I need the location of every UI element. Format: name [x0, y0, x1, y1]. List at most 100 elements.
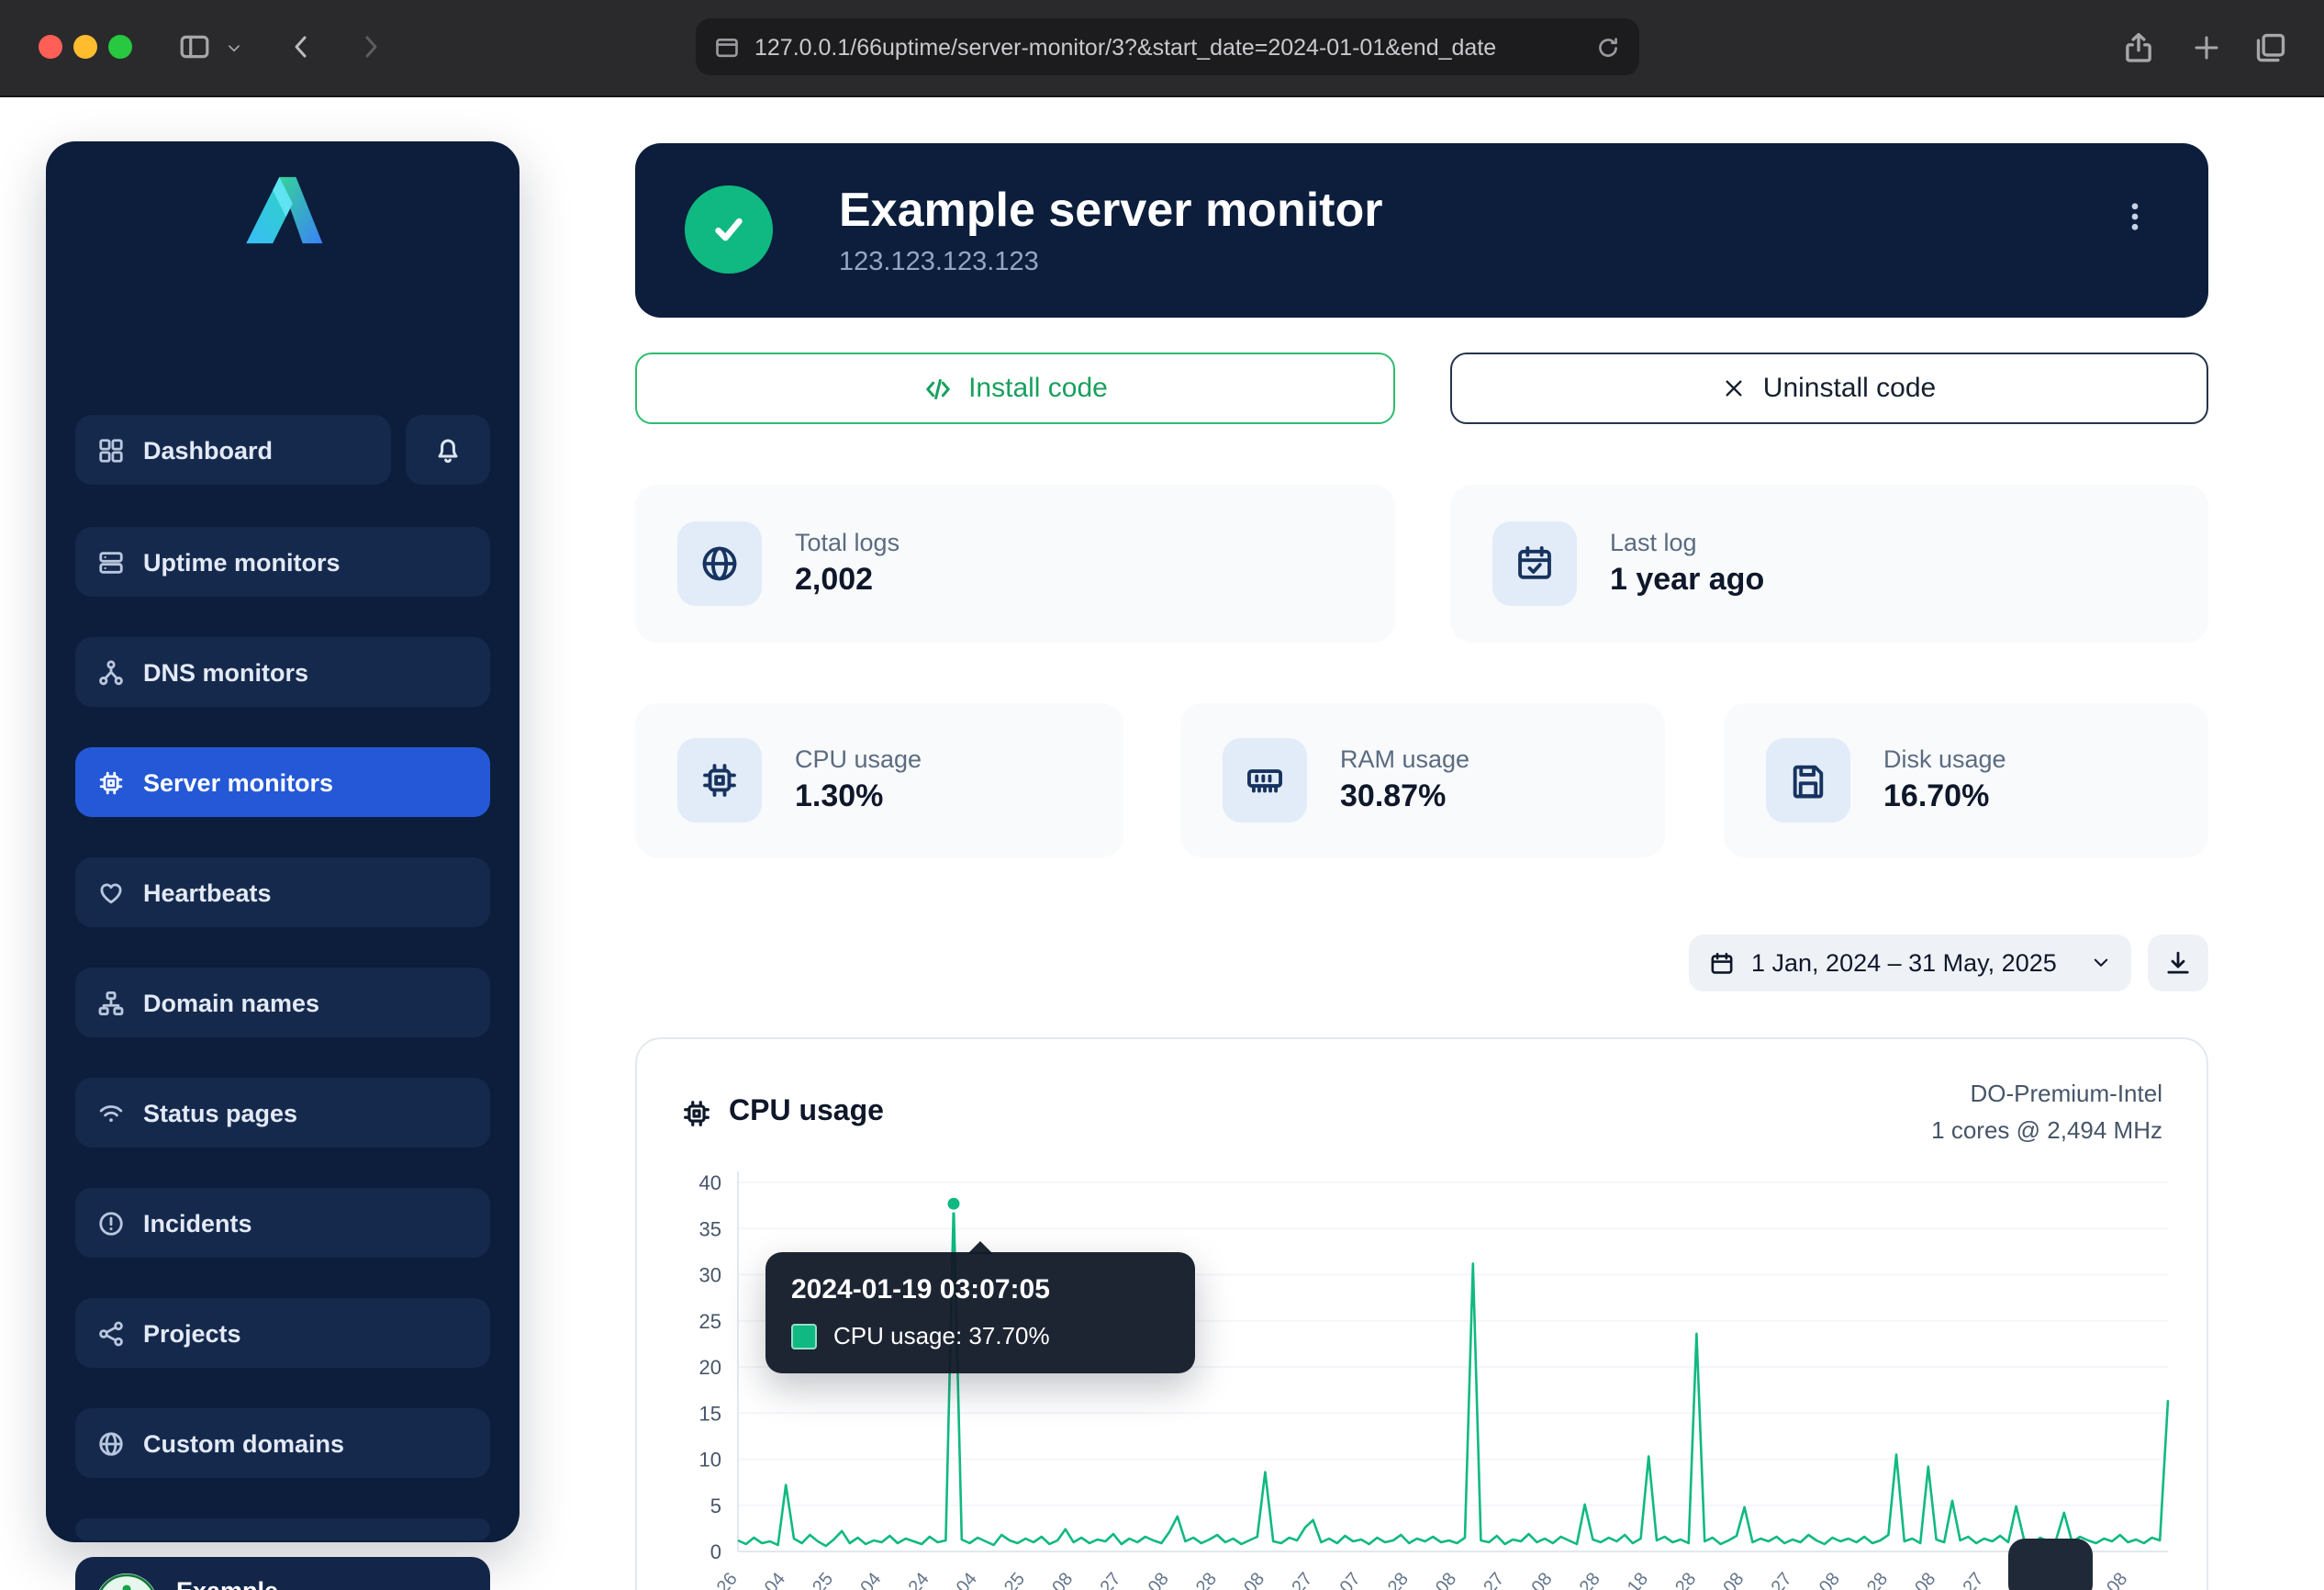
- install-code-button[interactable]: Install code: [635, 353, 1395, 424]
- url-text[interactable]: 127.0.0.1/66uptime/server-monitor/3?&sta…: [754, 34, 1581, 60]
- sidebar-item-domain-names[interactable]: Domain names: [75, 968, 490, 1037]
- svg-text:27: 27: [1959, 1569, 1987, 1590]
- stat-value: 1.30%: [795, 778, 922, 815]
- svg-text:28: 28: [1671, 1569, 1700, 1590]
- sidebar: Dashboard Uptime monitors DNS monitors S…: [46, 141, 520, 1542]
- monitor-ip: 123.123.123.123: [839, 248, 1039, 277]
- svg-text:5: 5: [710, 1495, 721, 1517]
- svg-text:27: 27: [1096, 1569, 1124, 1590]
- stat-label: RAM usage: [1340, 745, 1469, 773]
- sidebar-item-heartbeats[interactable]: Heartbeats: [75, 857, 490, 927]
- disk-icon: [1766, 738, 1850, 823]
- page-title: Example server monitor: [839, 182, 1382, 239]
- avatar: [95, 1573, 158, 1590]
- partial-nav-item: [75, 1518, 490, 1540]
- calendar-icon: [1709, 950, 1735, 976]
- bell-icon: [433, 435, 463, 465]
- svg-text:08: 08: [1048, 1569, 1077, 1590]
- uninstall-code-label: Uninstall code: [1763, 373, 1936, 404]
- cpu-usage-chart[interactable]: 0510152025303540260425042404250827082808…: [637, 1157, 2207, 1590]
- export-download-button[interactable]: [2148, 935, 2208, 991]
- sidebar-item-projects[interactable]: Projects: [75, 1298, 490, 1368]
- cpu-icon: [677, 738, 762, 823]
- chevron-down-icon[interactable]: [226, 40, 242, 57]
- tabs-overview-icon[interactable]: [2254, 31, 2287, 64]
- sidebar-item-custom-domains[interactable]: Custom domains: [75, 1408, 490, 1478]
- sidebar-item-server-monitors[interactable]: Server monitors: [75, 747, 490, 817]
- floating-action[interactable]: [2008, 1539, 2093, 1590]
- svg-text:08: 08: [1527, 1569, 1556, 1590]
- svg-text:08: 08: [1911, 1569, 1939, 1590]
- stat-value: 30.87%: [1340, 778, 1469, 815]
- window-close-button[interactable]: [39, 35, 62, 59]
- user-profile[interactable]: Example sample@example.com: [75, 1557, 490, 1590]
- new-tab-icon[interactable]: [2192, 33, 2221, 62]
- app-logo[interactable]: [46, 167, 520, 253]
- browser-chrome: 127.0.0.1/66uptime/server-monitor/3?&sta…: [0, 0, 2324, 97]
- sidebar-item-dns-monitors[interactable]: DNS monitors: [75, 637, 490, 707]
- svg-text:08: 08: [1816, 1569, 1844, 1590]
- more-options-button[interactable]: [2109, 191, 2161, 242]
- total-logs-card: Total logs 2,002: [635, 485, 1395, 643]
- svg-text:08: 08: [1719, 1569, 1748, 1590]
- notifications-button[interactable]: [406, 415, 490, 485]
- stat-label: CPU usage: [795, 745, 922, 773]
- window-zoom-button[interactable]: [108, 35, 132, 59]
- nodes-icon: [97, 1319, 125, 1347]
- svg-text:27: 27: [1768, 1569, 1796, 1590]
- kebab-icon: [2118, 200, 2151, 233]
- cpu-usage-card: CPU usage 1.30%: [635, 703, 1123, 857]
- cpu-icon: [681, 1097, 712, 1128]
- stat-label: Last log: [1610, 529, 1764, 556]
- svg-text:40: 40: [699, 1171, 721, 1194]
- svg-text:0: 0: [710, 1540, 721, 1563]
- heart-icon: [97, 879, 125, 906]
- dns-icon: [97, 658, 125, 686]
- svg-text:08: 08: [1432, 1569, 1460, 1590]
- globe-icon: [677, 521, 762, 606]
- sidebar-item-status-pages[interactable]: Status pages: [75, 1078, 490, 1148]
- uninstall-code-button[interactable]: Uninstall code: [1450, 353, 2208, 424]
- chart-title: CPU usage: [729, 1096, 884, 1129]
- svg-text:07: 07: [1336, 1569, 1365, 1590]
- share-icon[interactable]: [2122, 29, 2155, 66]
- reload-icon[interactable]: [1595, 34, 1621, 60]
- forward-icon: [356, 31, 385, 62]
- tooltip-title: 2024-01-19 03:07:05: [791, 1274, 1169, 1305]
- url-bar[interactable]: 127.0.0.1/66uptime/server-monitor/3?&sta…: [696, 18, 1639, 75]
- svg-text:04: 04: [856, 1569, 885, 1590]
- stat-label: Total logs: [795, 529, 899, 556]
- svg-text:27: 27: [1480, 1569, 1508, 1590]
- status-ok-badge: [685, 185, 773, 274]
- svg-text:25: 25: [809, 1569, 837, 1590]
- last-log-card: Last log 1 year ago: [1450, 485, 2208, 643]
- sidebar-item-dashboard[interactable]: Dashboard: [75, 415, 391, 485]
- screen: 127.0.0.1/66uptime/server-monitor/3?&sta…: [0, 0, 2324, 1590]
- svg-text:08: 08: [1145, 1569, 1173, 1590]
- svg-text:15: 15: [699, 1402, 721, 1425]
- ram-icon: [1223, 738, 1307, 823]
- svg-text:28: 28: [1192, 1569, 1221, 1590]
- stat-value: 2,002: [795, 562, 899, 599]
- check-icon: [707, 207, 751, 252]
- window-minimize-button[interactable]: [73, 35, 97, 59]
- close-icon: [1723, 376, 1747, 400]
- svg-text:20: 20: [699, 1356, 721, 1379]
- svg-text:30: 30: [699, 1264, 721, 1287]
- sidebar-item-uptime-monitors[interactable]: Uptime monitors: [75, 527, 490, 597]
- tooltip-value: CPU usage: 37.70%: [833, 1322, 1050, 1349]
- back-icon[interactable]: [286, 31, 316, 62]
- sidebar-toggle-icon[interactable]: [176, 31, 213, 62]
- svg-text:28: 28: [1384, 1569, 1413, 1590]
- svg-text:08: 08: [2103, 1569, 2131, 1590]
- sidebar-item-incidents[interactable]: Incidents: [75, 1188, 490, 1258]
- page-preview-icon: [714, 34, 740, 60]
- monitor-header-card: Example server monitor 123.123.123.123: [635, 143, 2208, 318]
- calendar-icon: [1492, 521, 1577, 606]
- sidebar-item-label: Dashboard: [143, 436, 273, 464]
- stat-value: 1 year ago: [1610, 562, 1764, 599]
- chip-icon: [97, 768, 125, 796]
- svg-text:18: 18: [1624, 1569, 1652, 1590]
- date-range-picker[interactable]: 1 Jan, 2024 – 31 May, 2025: [1689, 935, 2131, 991]
- download-icon: [2164, 949, 2192, 977]
